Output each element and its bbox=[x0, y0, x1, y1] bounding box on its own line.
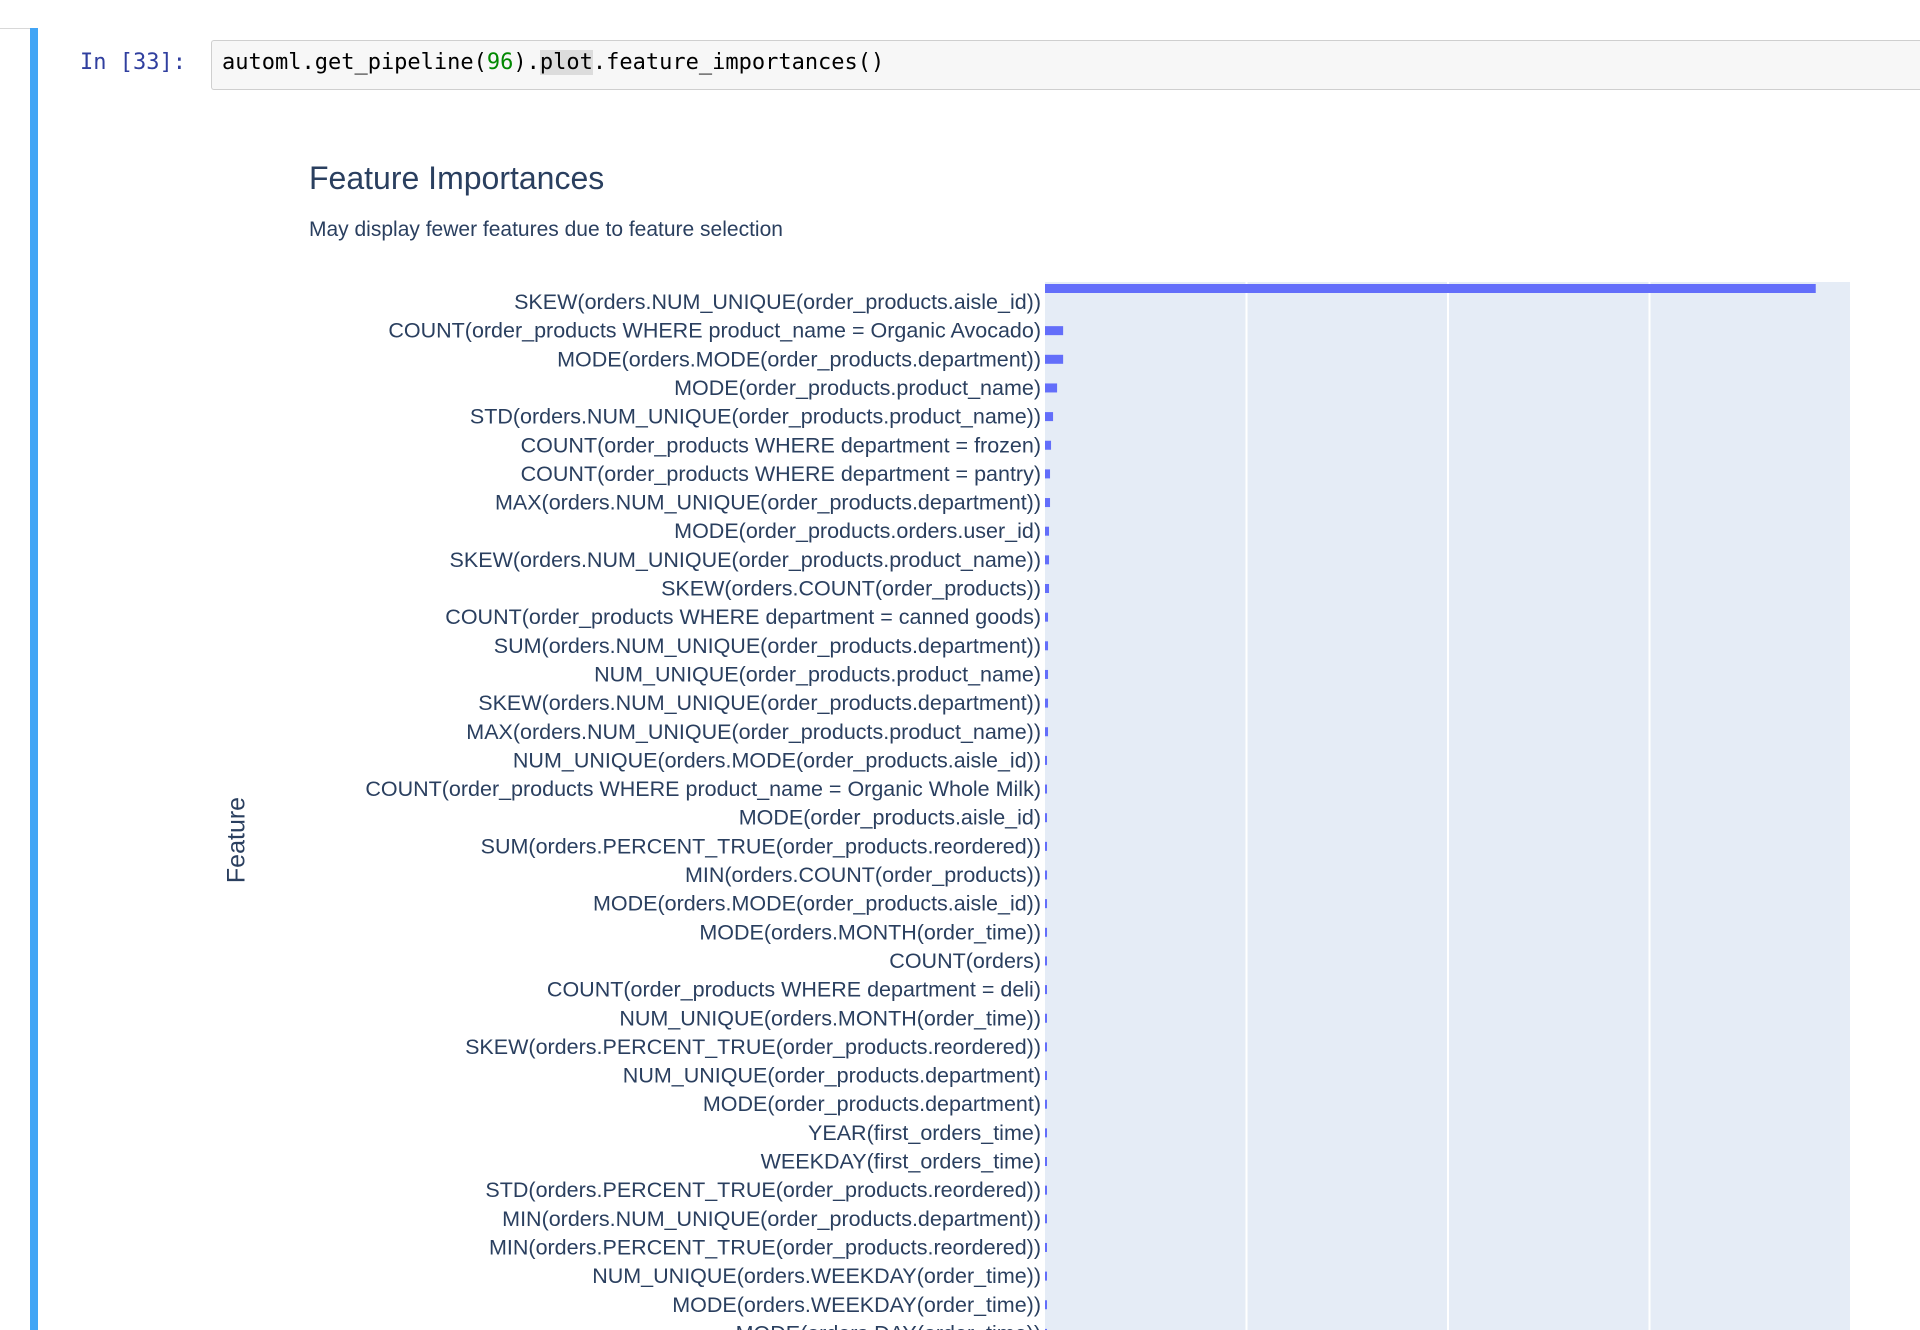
bar bbox=[1045, 841, 1048, 851]
y-tick-label: SUM(orders.NUM_UNIQUE(order_products.dep… bbox=[494, 634, 1041, 658]
bar bbox=[1045, 813, 1048, 823]
bar bbox=[1045, 1013, 1047, 1023]
y-tick-label: MIN(orders.COUNT(order_products)) bbox=[685, 863, 1041, 887]
y-tick-label: MIN(orders.NUM_UNIQUE(order_products.dep… bbox=[502, 1207, 1041, 1231]
feature-importance-chart: SKEW(orders.NUM_UNIQUE(order_products.ai… bbox=[365, 282, 1852, 1330]
y-tick-label: MODE(orders.DAY(order_time)) bbox=[736, 1321, 1041, 1330]
bar bbox=[1045, 412, 1054, 422]
bar bbox=[1045, 1300, 1047, 1310]
y-tick-label: COUNT(order_products WHERE department = … bbox=[445, 605, 1041, 629]
bar bbox=[1045, 1128, 1047, 1138]
y-tick-label: SKEW(orders.NUM_UNIQUE(order_products.de… bbox=[478, 691, 1041, 715]
bar bbox=[1045, 612, 1049, 622]
bar bbox=[1045, 284, 1816, 293]
bar bbox=[1045, 870, 1048, 880]
y-tick-label: MODE(orders.MODE(order_products.departme… bbox=[557, 347, 1041, 371]
y-tick-label: YEAR(first_orders_time) bbox=[808, 1121, 1041, 1145]
y-tick-label: MODE(orders.WEEKDAY(order_time)) bbox=[672, 1293, 1041, 1317]
bar bbox=[1045, 927, 1048, 937]
bar bbox=[1045, 727, 1049, 737]
y-tick-label: COUNT(order_products WHERE department = … bbox=[521, 462, 1041, 486]
y-tick-label: MODE(order_products.department) bbox=[703, 1092, 1041, 1116]
bar bbox=[1045, 1242, 1047, 1252]
bar bbox=[1045, 1099, 1047, 1109]
bar bbox=[1045, 1042, 1047, 1052]
bar bbox=[1045, 469, 1051, 479]
bar bbox=[1045, 641, 1049, 651]
y-tick-label: MAX(orders.NUM_UNIQUE(order_products.dep… bbox=[495, 491, 1041, 515]
y-tick-label: WEEKDAY(first_orders_time) bbox=[761, 1150, 1041, 1174]
y-tick-label: NUM_UNIQUE(orders.MONTH(order_time)) bbox=[619, 1006, 1041, 1030]
y-tick-label: MODE(orders.MONTH(order_time)) bbox=[699, 920, 1041, 944]
y-tick-label: SKEW(orders.NUM_UNIQUE(order_products.ai… bbox=[514, 290, 1041, 314]
bar bbox=[1045, 698, 1049, 708]
y-tick-label: COUNT(order_products WHERE department = … bbox=[547, 978, 1041, 1002]
y-tick-label: SKEW(orders.NUM_UNIQUE(order_products.pr… bbox=[450, 548, 1041, 572]
y-tick-label: SKEW(orders.PERCENT_TRUE(order_products.… bbox=[465, 1035, 1041, 1059]
y-tick-label: COUNT(orders) bbox=[889, 949, 1041, 973]
y-tick-label: COUNT(order_products WHERE department = … bbox=[521, 433, 1041, 457]
y-tick-label: STD(orders.NUM_UNIQUE(order_products.pro… bbox=[470, 405, 1041, 429]
bar bbox=[1045, 584, 1050, 593]
bar bbox=[1045, 956, 1047, 966]
bar bbox=[1045, 985, 1047, 995]
y-tick-label: COUNT(order_products WHERE product_name … bbox=[388, 319, 1041, 343]
bar bbox=[1045, 784, 1048, 794]
y-tick-label: NUM_UNIQUE(order_products.department) bbox=[623, 1064, 1041, 1088]
y-tick-label: NUM_UNIQUE(order_products.product_name) bbox=[594, 662, 1041, 686]
y-tick-label: SUM(orders.PERCENT_TRUE(order_products.r… bbox=[481, 834, 1041, 858]
y-tick-label: MODE(order_products.product_name) bbox=[674, 376, 1041, 400]
bar bbox=[1045, 1071, 1047, 1081]
bar bbox=[1045, 1214, 1047, 1224]
bar bbox=[1045, 555, 1050, 565]
bar bbox=[1045, 669, 1049, 679]
y-tick-labels: SKEW(orders.NUM_UNIQUE(order_products.ai… bbox=[365, 290, 1041, 1330]
y-tick-label: COUNT(order_products WHERE product_name … bbox=[365, 777, 1041, 801]
y-tick-label: MIN(orders.PERCENT_TRUE(order_products.r… bbox=[489, 1235, 1041, 1259]
y-tick-label: NUM_UNIQUE(orders.WEEKDAY(order_time)) bbox=[592, 1264, 1041, 1288]
bar bbox=[1045, 354, 1064, 364]
y-tick-label: NUM_UNIQUE(orders.MODE(order_products.ai… bbox=[513, 748, 1041, 772]
bar bbox=[1045, 526, 1050, 536]
bar bbox=[1045, 383, 1058, 393]
bar bbox=[1045, 440, 1052, 450]
bar bbox=[1045, 1271, 1047, 1281]
bar bbox=[1045, 755, 1048, 765]
bar bbox=[1045, 498, 1051, 508]
bar bbox=[1045, 1185, 1047, 1195]
bar bbox=[1045, 326, 1064, 336]
bar bbox=[1045, 899, 1048, 909]
y-tick-label: MODE(orders.MODE(order_products.aisle_id… bbox=[593, 892, 1041, 916]
y-tick-label: MODE(order_products.orders.user_id) bbox=[674, 519, 1041, 543]
bar bbox=[1045, 1157, 1047, 1166]
y-tick-label: SKEW(orders.COUNT(order_products)) bbox=[661, 577, 1041, 601]
y-tick-label: MAX(orders.NUM_UNIQUE(order_products.pro… bbox=[466, 720, 1041, 744]
y-tick-label: STD(orders.PERCENT_TRUE(order_products.r… bbox=[485, 1178, 1041, 1202]
y-tick-label: MODE(order_products.aisle_id) bbox=[739, 806, 1041, 830]
